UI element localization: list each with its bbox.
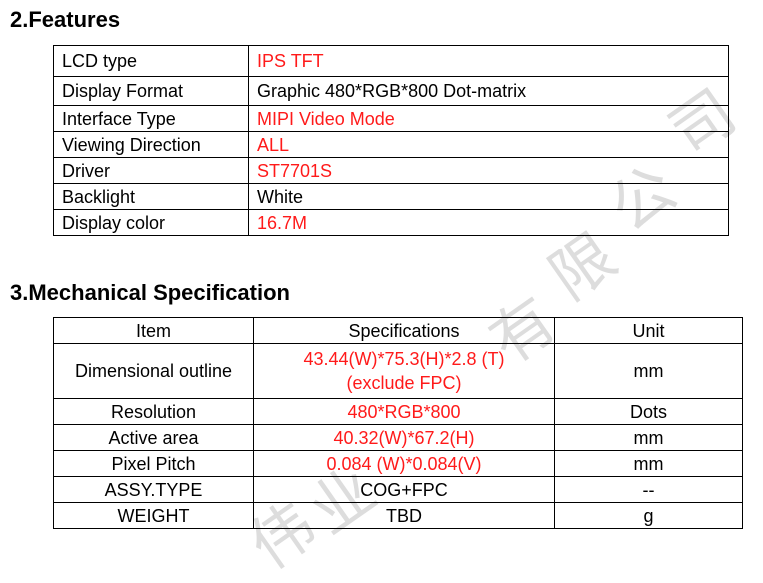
- table-row: Driver ST7701S: [53, 157, 729, 184]
- mech-unit: mm: [554, 424, 743, 451]
- table-row: LCD type IPS TFT: [53, 45, 729, 77]
- table-row: Display Format Graphic 480*RGB*800 Dot-m…: [53, 76, 729, 106]
- table-row: Dimensional outline 43.44(W)*75.3(H)*2.8…: [53, 343, 743, 399]
- table-row: Interface Type MIPI Video Mode: [53, 105, 729, 132]
- mech-item: WEIGHT: [53, 502, 254, 529]
- mech-spec: 480*RGB*800: [253, 398, 555, 425]
- feature-label: Display Format: [53, 76, 249, 106]
- mech-spec: TBD: [253, 502, 555, 529]
- mech-spec-line: 43.44(W)*75.3(H)*2.8 (T): [303, 349, 505, 369]
- header-specifications: Specifications: [253, 317, 555, 344]
- feature-value: MIPI Video Mode: [248, 105, 729, 132]
- feature-label: Backlight: [53, 183, 249, 210]
- mech-unit: --: [554, 476, 743, 503]
- table-row: ASSY.TYPE COG+FPC --: [53, 476, 743, 503]
- mech-spec: 43.44(W)*75.3(H)*2.8 (T) (exclude FPC): [253, 343, 555, 399]
- mechanical-heading: 3.Mechanical Specification: [10, 280, 290, 305]
- header-unit: Unit: [554, 317, 743, 344]
- feature-value: White: [248, 183, 729, 210]
- mech-spec: COG+FPC: [253, 476, 555, 503]
- table-row: WEIGHT TBD g: [53, 502, 743, 529]
- table-row: Display color 16.7M: [53, 209, 729, 236]
- table-row: Backlight White: [53, 183, 729, 210]
- features-heading: 2.Features: [10, 7, 121, 32]
- header-item: Item: [53, 317, 254, 344]
- mech-item: Active area: [53, 424, 254, 451]
- feature-value: ST7701S: [248, 157, 729, 184]
- feature-value: ALL: [248, 131, 729, 158]
- mech-unit: Dots: [554, 398, 743, 425]
- mech-item: Pixel Pitch: [53, 450, 254, 477]
- feature-value: 16.7M: [248, 209, 729, 236]
- feature-value: IPS TFT: [248, 45, 729, 77]
- table-header-row: Item Specifications Unit: [53, 317, 743, 344]
- table-row: Resolution 480*RGB*800 Dots: [53, 398, 743, 425]
- feature-label: LCD type: [53, 45, 249, 77]
- feature-label: Driver: [53, 157, 249, 184]
- table-row: Pixel Pitch 0.084 (W)*0.084(V) mm: [53, 450, 743, 477]
- table-row: Active area 40.32(W)*67.2(H) mm: [53, 424, 743, 451]
- mech-spec-line: (exclude FPC): [346, 373, 462, 393]
- mech-item: Dimensional outline: [53, 343, 254, 399]
- mech-item: Resolution: [53, 398, 254, 425]
- feature-value: Graphic 480*RGB*800 Dot-matrix: [248, 76, 729, 106]
- feature-label: Interface Type: [53, 105, 249, 132]
- mech-unit: mm: [554, 343, 743, 399]
- mechanical-table: Item Specifications Unit Dimensional out…: [53, 317, 743, 529]
- mech-spec: 40.32(W)*67.2(H): [253, 424, 555, 451]
- mech-spec: 0.084 (W)*0.084(V): [253, 450, 555, 477]
- mech-unit: mm: [554, 450, 743, 477]
- features-table: LCD type IPS TFT Display Format Graphic …: [53, 45, 729, 236]
- feature-label: Viewing Direction: [53, 131, 249, 158]
- mech-item: ASSY.TYPE: [53, 476, 254, 503]
- mech-unit: g: [554, 502, 743, 529]
- feature-label: Display color: [53, 209, 249, 236]
- table-row: Viewing Direction ALL: [53, 131, 729, 158]
